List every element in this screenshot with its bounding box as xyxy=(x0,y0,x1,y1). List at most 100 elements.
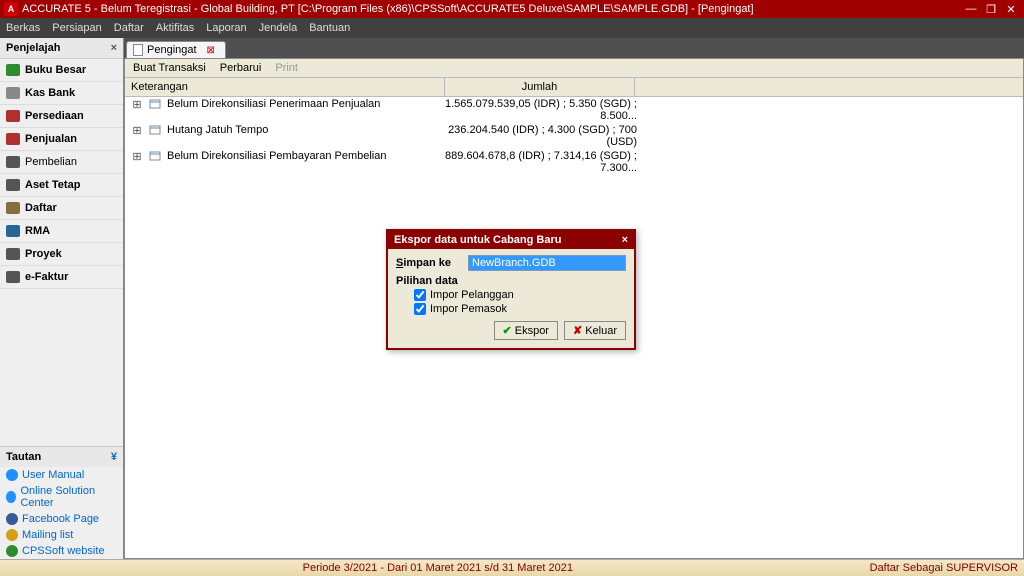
maximize-button[interactable]: ❐ xyxy=(982,2,1000,16)
row-amount: 1.565.079.539,05 (IDR) ; 5.350 (SGD) ; 8… xyxy=(445,98,645,122)
print-button[interactable]: Print xyxy=(275,62,298,74)
fb-icon xyxy=(6,513,18,525)
tab-label: Pengingat xyxy=(147,44,197,56)
mail-icon xyxy=(6,529,18,541)
tab-close-icon[interactable]: ⊠ xyxy=(207,45,215,56)
sidebar-item-aset-tetap[interactable]: Aset Tetap xyxy=(0,174,123,197)
sidebar-item-daftar[interactable]: Daftar xyxy=(0,197,123,220)
link-online-solution-center[interactable]: Online Solution Center xyxy=(0,483,123,511)
col-jumlah[interactable]: Jumlah xyxy=(445,78,635,96)
nav-icon xyxy=(6,271,20,283)
tab-pengingat[interactable]: Pengingat ⊠ xyxy=(126,41,226,58)
sidebar-item-persediaan[interactable]: Persediaan xyxy=(0,105,123,128)
tautan-header[interactable]: Tautan ¥ xyxy=(0,446,123,467)
sidebar-item-kas-bank[interactable]: Kas Bank xyxy=(0,82,123,105)
sidebar-item-label: RMA xyxy=(25,225,50,237)
table-row[interactable]: ⊞ Belum Direkonsiliasi Penerimaan Penjual… xyxy=(125,97,1023,123)
menu-laporan[interactable]: Laporan xyxy=(206,22,246,34)
impor-pemasok-checkbox[interactable] xyxy=(414,303,426,315)
table-row[interactable]: ⊞Hutang Jatuh Tempo236.204.540 (IDR) ; 4… xyxy=(125,123,1023,149)
expand-icon[interactable]: ⊞ xyxy=(125,98,149,122)
row-icon xyxy=(149,150,165,174)
sidebar-item-label: Daftar xyxy=(25,202,57,214)
app-icon: A xyxy=(4,2,18,16)
buat-transaksi-button[interactable]: Buat Transaksi xyxy=(133,62,206,74)
status-period: Periode 3/2021 - Dari 01 Maret 2021 s/d … xyxy=(303,562,573,574)
sidebar-item-buku-besar[interactable]: Buku Besar xyxy=(0,59,123,82)
help-icon xyxy=(6,491,16,503)
nav-icon xyxy=(6,202,20,214)
sidebar-item-label: Persediaan xyxy=(25,110,84,122)
sidebar-header: Penjelajah × xyxy=(0,38,123,59)
col-keterangan[interactable]: Keterangan xyxy=(125,78,445,96)
link-cpssoft-website[interactable]: CPSSoft website xyxy=(0,543,123,559)
expand-icon[interactable]: ⊞ xyxy=(125,124,149,148)
minimize-button[interactable]: — xyxy=(962,2,980,16)
keluar-button[interactable]: ✘Keluar xyxy=(564,321,626,340)
sidebar-item-label: Aset Tetap xyxy=(25,179,80,191)
sidebar-close-icon[interactable]: × xyxy=(111,42,117,54)
doc-toolbar: Buat Transaksi Perbarui Print xyxy=(125,59,1023,78)
link-label: Online Solution Center xyxy=(20,485,117,509)
sidebar-item-label: Kas Bank xyxy=(25,87,75,99)
menu-jendela[interactable]: Jendela xyxy=(259,22,298,34)
simpan-ke-label: Simpan ke xyxy=(396,257,468,269)
impor-pemasok-label: Impor Pemasok xyxy=(430,303,507,315)
nav-icon xyxy=(6,179,20,191)
window-title: ACCURATE 5 - Belum Teregistrasi - Global… xyxy=(22,3,960,15)
row-icon xyxy=(149,98,165,122)
row-amount: 889.604.678,8 (IDR) ; 7.314,16 (SGD) ; 7… xyxy=(445,150,645,174)
titlebar: A ACCURATE 5 - Belum Teregistrasi - Glob… xyxy=(0,0,1024,18)
tab-strip: Pengingat ⊠ xyxy=(124,38,1024,58)
sidebar-item-label: Penjualan xyxy=(25,133,77,145)
menu-aktifitas[interactable]: Aktifitas xyxy=(156,22,195,34)
link-label: Facebook Page xyxy=(22,513,99,525)
tautan-title: Tautan xyxy=(6,451,41,463)
pilihan-data-label: Pilihan data xyxy=(396,275,626,287)
sidebar-item-e-faktur[interactable]: e-Faktur xyxy=(0,266,123,289)
web-icon xyxy=(6,545,18,557)
link-label: CPSSoft website xyxy=(22,545,105,557)
sidebar-item-label: Buku Besar xyxy=(25,64,86,76)
link-label: User Manual xyxy=(22,469,84,481)
nav-icon xyxy=(6,87,20,99)
check-icon: ✔ xyxy=(503,324,512,337)
impor-pelanggan-label: Impor Pelanggan xyxy=(430,289,514,301)
menu-berkas[interactable]: Berkas xyxy=(6,22,40,34)
menubar: Berkas Persiapan Daftar Aktifitas Lapora… xyxy=(0,18,1024,38)
x-icon: ✘ xyxy=(573,324,582,337)
grid-header: Keterangan Jumlah xyxy=(125,78,1023,97)
menu-bantuan[interactable]: Bantuan xyxy=(309,22,350,34)
row-amount: 236.204.540 (IDR) ; 4.300 (SGD) ; 700 (U… xyxy=(445,124,645,148)
table-row[interactable]: ⊞Belum Direkonsiliasi Pembayaran Pembeli… xyxy=(125,149,1023,175)
menu-persiapan[interactable]: Persiapan xyxy=(52,22,102,34)
link-facebook-page[interactable]: Facebook Page xyxy=(0,511,123,527)
sidebar-item-penjualan[interactable]: Penjualan xyxy=(0,128,123,151)
nav-icon xyxy=(6,225,20,237)
sidebar-item-rma[interactable]: RMA xyxy=(0,220,123,243)
nav-icon xyxy=(6,110,20,122)
link-label: Mailing list xyxy=(22,529,73,541)
dialog-titlebar[interactable]: Ekspor data untuk Cabang Baru × xyxy=(388,231,634,249)
expand-icon[interactable]: ⊞ xyxy=(125,150,149,174)
sidebar: Penjelajah × Buku Besar Kas Bank Persediaa… xyxy=(0,38,124,559)
sidebar-item-pembelian[interactable]: Pembelian xyxy=(0,151,123,174)
menu-daftar[interactable]: Daftar xyxy=(114,22,144,34)
impor-pelanggan-checkbox[interactable] xyxy=(414,289,426,301)
row-desc: Belum Direkonsiliasi Penerimaan Penjuala… xyxy=(165,98,445,122)
link-user-manual[interactable]: User Manual xyxy=(0,467,123,483)
nav-icon xyxy=(6,248,20,260)
dialog-title-text: Ekspor data untuk Cabang Baru xyxy=(394,234,561,246)
sidebar-item-proyek[interactable]: Proyek xyxy=(0,243,123,266)
sidebar-item-label: e-Faktur xyxy=(25,271,68,283)
perbarui-button[interactable]: Perbarui xyxy=(220,62,262,74)
statusbar: Periode 3/2021 - Dari 01 Maret 2021 s/d … xyxy=(0,559,1024,576)
link-mailing-list[interactable]: Mailing list xyxy=(0,527,123,543)
simpan-ke-input[interactable] xyxy=(468,255,626,271)
close-button[interactable]: ✕ xyxy=(1002,2,1020,16)
chevron-down-icon: ¥ xyxy=(111,451,117,463)
ekspor-button[interactable]: ✔Ekspor xyxy=(494,321,558,340)
export-dialog: Ekspor data untuk Cabang Baru × Simpan k… xyxy=(386,229,636,350)
dialog-close-icon[interactable]: × xyxy=(622,234,628,246)
document-icon xyxy=(133,44,143,56)
